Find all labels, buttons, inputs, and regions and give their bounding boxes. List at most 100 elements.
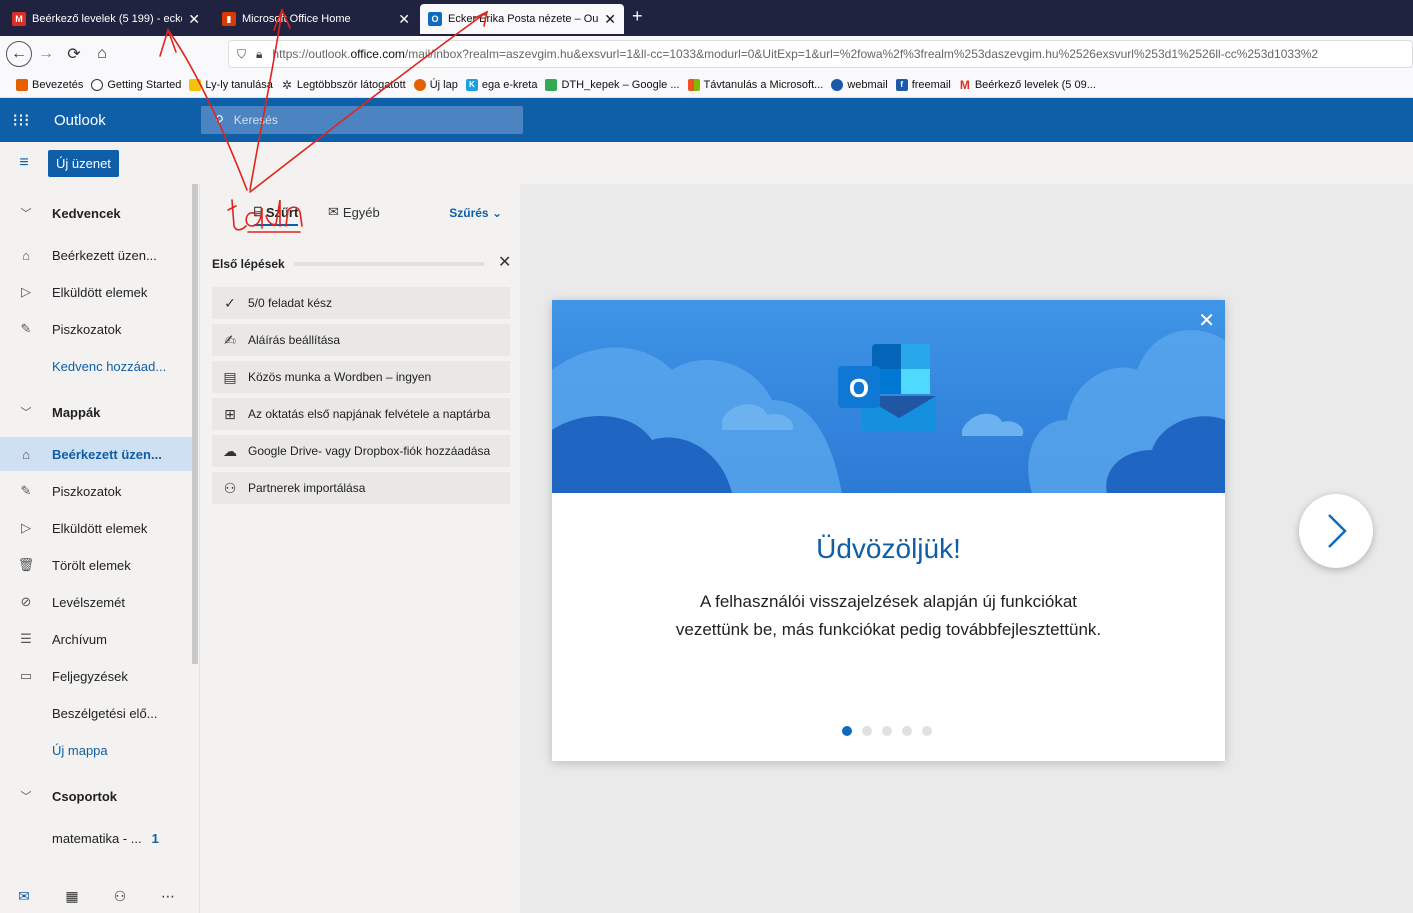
nav-inbox[interactable]: ⌂ Beérkezett üzen... bbox=[0, 437, 192, 471]
svg-text:O: O bbox=[849, 373, 869, 403]
hamburger-menu-icon[interactable]: ≡ bbox=[0, 154, 48, 172]
new-message-button[interactable]: Új üzenet bbox=[48, 149, 119, 177]
reload-button[interactable]: ⟳ bbox=[60, 40, 88, 68]
bookmark-item[interactable]: webmail bbox=[831, 78, 888, 91]
bookmark-label: Új lap bbox=[429, 78, 458, 91]
calendar-icon[interactable]: ▦ bbox=[48, 888, 96, 905]
bookmark-item[interactable]: M Beérkező levelek (5 09... bbox=[959, 78, 1096, 92]
app-brand[interactable]: Outlook bbox=[54, 112, 106, 129]
task-label: Google Drive- vagy Dropbox-fiók hozzáadá… bbox=[248, 444, 491, 458]
bookmark-item[interactable]: ✲ Legtöbbször látogatott bbox=[281, 77, 406, 92]
nav-label: Kedvenc hozzáad... bbox=[52, 358, 167, 374]
first-steps-task[interactable]: ⚇ Partnerek importálása bbox=[212, 472, 510, 504]
bookmark-item[interactable]: Kega e-kreta bbox=[465, 78, 538, 91]
forward-button[interactable]: → bbox=[32, 40, 60, 68]
new-folder-link[interactable]: Új mappa bbox=[0, 733, 192, 767]
close-icon[interactable]: ✕ bbox=[604, 11, 616, 28]
close-icon[interactable]: ✕ bbox=[1198, 308, 1215, 333]
mail-icon[interactable]: ✉ bbox=[0, 888, 48, 905]
nav-label: matematika - ... bbox=[52, 830, 142, 846]
inbox-icon: ⌂ bbox=[22, 247, 30, 263]
bookmark-label: ega e-kreta bbox=[481, 78, 538, 91]
nav-notes[interactable]: ▭ Feljegyzések bbox=[0, 659, 192, 693]
tab-office[interactable]: ▮ Microsoft Office Home ✕ bbox=[214, 4, 418, 34]
nav-fav-sent[interactable]: ▷ Elküldött elemek bbox=[0, 275, 192, 309]
firefox-icon bbox=[16, 78, 28, 91]
folders-header[interactable]: ﹀ Mappák bbox=[0, 395, 192, 429]
filter-button[interactable]: Szűrés ⌄ bbox=[449, 206, 502, 220]
nav-drafts[interactable]: ✎ Piszkozatok bbox=[0, 474, 192, 508]
nav-sent[interactable]: ▷ Elküldött elemek bbox=[0, 511, 192, 545]
first-steps-task[interactable]: ☁ Google Drive- vagy Dropbox-fiók hozzáad… bbox=[212, 435, 510, 467]
bookmark-item[interactable]: Új lap bbox=[413, 78, 458, 91]
url-rest: /mail/inbox?realm=aszevgim.hu&exsvurl=1&… bbox=[404, 47, 1319, 61]
welcome-dialog: O ✕ Üdvözöljük! A felhasználói visszajel… bbox=[552, 300, 1225, 761]
close-icon[interactable]: ✕ bbox=[398, 11, 410, 28]
nav-conversation-history[interactable]: Beszélgetési elő... bbox=[0, 696, 192, 730]
nav-label: Levélszemét bbox=[52, 594, 125, 610]
nav-fav-inbox[interactable]: ⌂ Beérkezett üzen... bbox=[0, 238, 192, 272]
close-icon[interactable]: ✕ bbox=[498, 252, 511, 272]
microsoft-icon bbox=[687, 78, 700, 91]
tab-other[interactable]: ✉ Egyéb bbox=[328, 204, 380, 220]
carousel-dot[interactable] bbox=[842, 726, 852, 736]
more-icon[interactable]: ⋯ bbox=[144, 888, 192, 905]
bookmark-item[interactable]: Ly-ly tanulása bbox=[189, 78, 273, 91]
nav-fav-drafts[interactable]: ✎ Piszkozatok bbox=[0, 312, 192, 346]
tab-title: Ecker Erika Posta nézete – Outlo bbox=[448, 13, 599, 25]
nav-label: Beérkezett üzen... bbox=[52, 446, 162, 462]
carousel-dot[interactable] bbox=[922, 726, 932, 736]
app-launcher-icon[interactable]: ⁝⁝⁝ bbox=[0, 110, 42, 131]
nav-deleted[interactable]: 🗑︎ Törölt elemek bbox=[0, 548, 192, 582]
first-steps-title: Első lépések bbox=[212, 257, 285, 271]
bookmark-label: Ly-ly tanulása bbox=[205, 78, 273, 91]
tab-title: Beérkező levelek (5 199) - ecker bbox=[32, 13, 183, 25]
nav-group-item[interactable]: matematika - ... 1 bbox=[0, 821, 192, 855]
shield-icon[interactable]: ⛉ bbox=[237, 47, 246, 62]
add-favorite-link[interactable]: Kedvenc hozzáad... bbox=[0, 349, 192, 383]
people-icon[interactable]: ⚇ bbox=[96, 888, 144, 905]
carousel-dot[interactable] bbox=[902, 726, 912, 736]
outlook-icon: O bbox=[428, 12, 442, 26]
gmail-icon: M bbox=[12, 12, 26, 26]
bookmark-item[interactable]: Távtanulás a Microsoft... bbox=[687, 78, 823, 91]
first-steps-task[interactable]: ✍ Aláírás beállítása bbox=[212, 324, 510, 356]
kreta-icon: K bbox=[465, 78, 478, 91]
nav-label: Feljegyzések bbox=[52, 668, 128, 684]
favorites-header[interactable]: ﹀ Kedvencek bbox=[0, 196, 192, 230]
first-steps-task[interactable]: ⊞ Az oktatás első napjának felvétele a na… bbox=[212, 398, 510, 430]
url-bar[interactable]: ⛉ 🔒︎ https://outlook. office.com/mail/inb… bbox=[228, 40, 1413, 68]
gear-icon: ✲ bbox=[281, 77, 292, 92]
first-steps-task[interactable]: ✓ 5/0 feladat kész bbox=[212, 287, 510, 319]
welcome-banner-illustration: O bbox=[552, 300, 1225, 493]
bookmark-item[interactable]: Getting Started bbox=[91, 78, 181, 91]
nav-archive[interactable]: ☰ Archívum bbox=[0, 622, 192, 656]
nav-label: Mappák bbox=[52, 404, 101, 420]
mail-icon: ✉ bbox=[328, 204, 339, 219]
outlook-header: ⁝⁝⁝ Outlook ⚲ Keresés bbox=[0, 98, 1413, 142]
nav-label: Csoportok bbox=[52, 788, 117, 804]
carousel-dot[interactable] bbox=[862, 726, 872, 736]
first-steps-task[interactable]: ▤ Közös munka a Wordben – ingyen bbox=[212, 361, 510, 393]
carousel-dot[interactable] bbox=[882, 726, 892, 736]
nav-label: Törölt elemek bbox=[52, 557, 131, 573]
close-icon[interactable]: ✕ bbox=[188, 11, 200, 28]
tab-focused[interactable]: ⌸ Szűrt bbox=[254, 204, 299, 226]
home-button[interactable]: ⌂ bbox=[88, 40, 116, 68]
task-label: 5/0 feladat kész bbox=[248, 296, 333, 310]
trash-icon: 🗑︎ bbox=[17, 557, 35, 572]
tab-outlook[interactable]: O Ecker Erika Posta nézete – Outlo ✕ bbox=[420, 4, 624, 34]
groups-header[interactable]: ﹀ Csoportok bbox=[0, 779, 192, 813]
lock-icon[interactable]: 🔒︎ bbox=[256, 47, 262, 62]
back-button[interactable]: ← bbox=[6, 41, 32, 67]
bookmark-item[interactable]: f freemail bbox=[895, 78, 951, 91]
pivot-label: Szűrt bbox=[265, 204, 299, 220]
bookmark-item[interactable]: Bevezetés bbox=[16, 78, 83, 91]
next-slide-button[interactable] bbox=[1299, 494, 1373, 568]
bookmark-item[interactable]: DTH_kepek – Google ... bbox=[545, 78, 680, 91]
nav-junk[interactable]: ⊘ Levélszemét bbox=[0, 585, 192, 619]
tab-gmail[interactable]: M Beérkező levelek (5 199) - ecker ✕ bbox=[4, 4, 208, 34]
search-box[interactable]: ⚲ Keresés bbox=[201, 106, 523, 134]
folder-pane-scrollbar[interactable] bbox=[192, 184, 198, 664]
new-tab-button[interactable]: + bbox=[632, 6, 643, 27]
